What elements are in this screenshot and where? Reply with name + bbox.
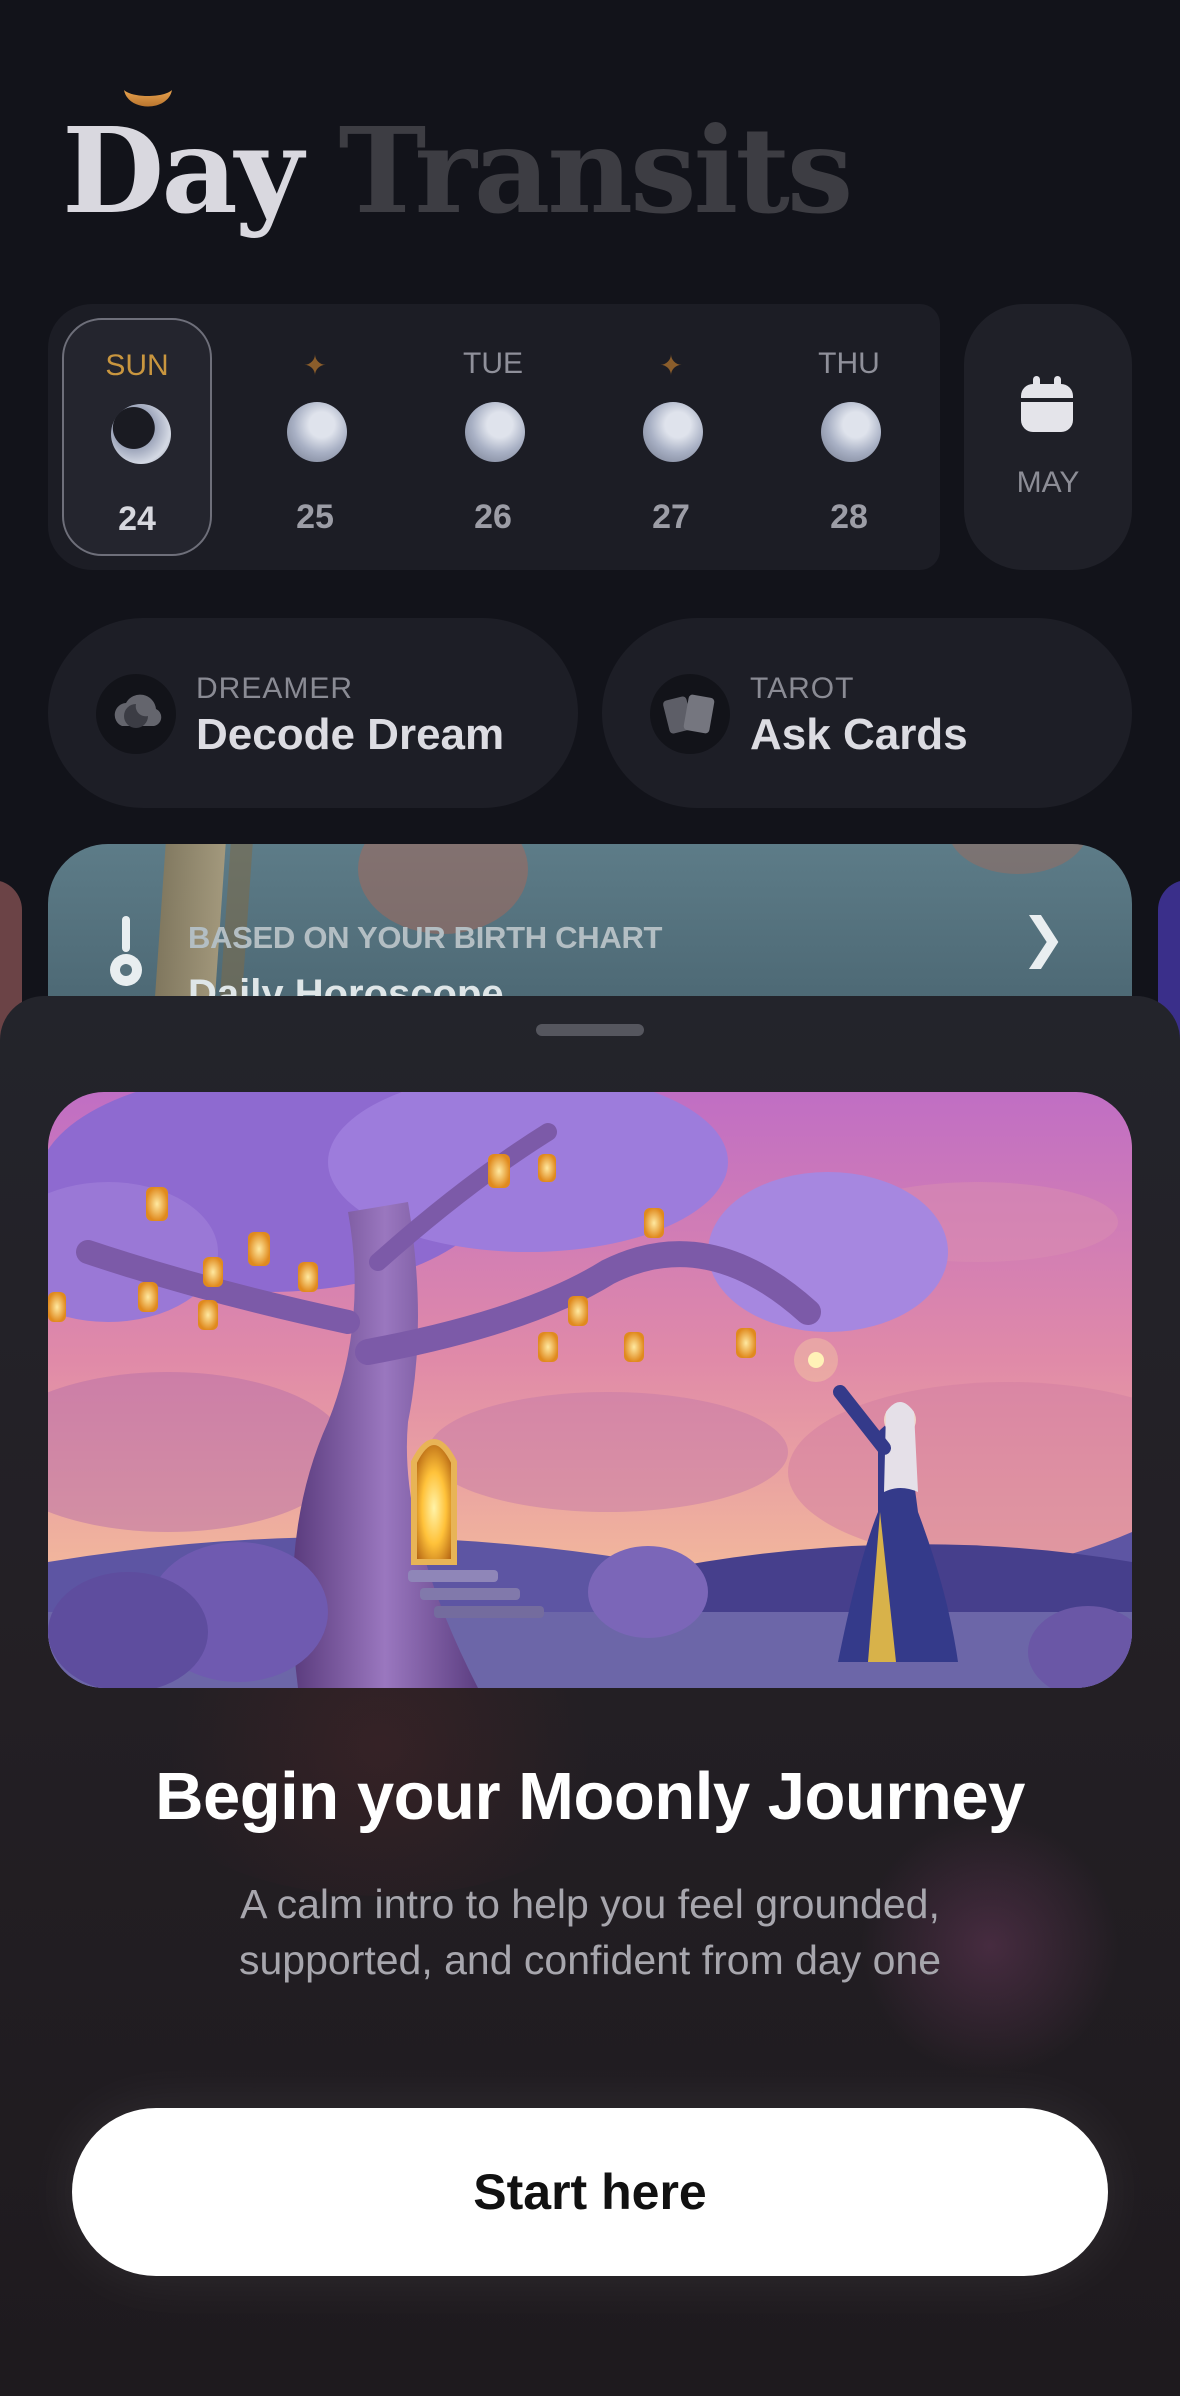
decode-dream-button[interactable]: DREAMER Decode Dream	[48, 618, 578, 808]
sheet-body: A calm intro to help you feel grounded, …	[238, 1881, 942, 1983]
day-number: 26	[474, 498, 512, 536]
day-27[interactable]: ✦ 27	[596, 318, 746, 556]
day-thu-28[interactable]: THU 28	[774, 318, 924, 556]
shortcut-label: DREAMER	[196, 672, 354, 705]
day-number: 24	[118, 500, 156, 538]
hero-illustration	[48, 1092, 1132, 1688]
start-here-button[interactable]: Start here	[72, 2108, 1108, 2276]
star-marker-icon: ✦	[659, 350, 683, 381]
moon-phase-icon	[111, 404, 171, 464]
day-25[interactable]: ✦ 25	[240, 318, 390, 556]
day-number: 25	[296, 498, 334, 536]
day-label: SUN	[105, 349, 169, 382]
moon-phase-icon	[643, 402, 703, 462]
calendar-icon	[1021, 376, 1073, 432]
ask-cards-button[interactable]: TAROT Ask Cards	[602, 618, 1132, 808]
day-number: 27	[652, 498, 690, 536]
title-word-transits: Transits	[338, 101, 853, 240]
week-strip: SUN 24 ✦ 25 TUE 26 ✦ 27 THU 28	[48, 304, 940, 570]
day-label: THU	[818, 347, 880, 380]
moon-phase-icon	[821, 402, 881, 462]
day-number: 28	[830, 498, 868, 536]
page-title: Day Transits	[62, 112, 853, 230]
day-sun-24[interactable]: SUN 24	[62, 318, 212, 556]
moon-phase-icon	[287, 402, 347, 462]
day-tue-26[interactable]: TUE 26	[418, 318, 568, 556]
chevron-right-icon: ❯	[1020, 908, 1066, 968]
month-label: MAY	[1016, 466, 1080, 499]
shortcut-title: Ask Cards	[750, 710, 968, 759]
title-word-day: Day	[62, 101, 303, 240]
card-art-orb	[948, 844, 1088, 874]
cloud-moon-icon	[96, 674, 176, 754]
shortcut-title: Decode Dream	[196, 710, 505, 759]
horoscope-subtitle: BASED ON YOUR BIRTH CHART	[188, 920, 663, 955]
sheet-drag-handle[interactable]	[536, 1024, 644, 1036]
moon-phase-icon	[465, 402, 525, 462]
key-icon	[110, 916, 142, 986]
onboarding-sheet: Begin your Moonly Journey A calm intro t…	[0, 996, 1180, 2396]
tarot-cards-icon	[650, 674, 730, 754]
calendar-button[interactable]: MAY	[964, 304, 1132, 570]
shortcut-label: TAROT	[750, 672, 855, 705]
day-label: TUE	[463, 347, 523, 380]
sheet-heading: Begin your Moonly Journey	[155, 1759, 1025, 1834]
star-marker-icon: ✦	[303, 350, 327, 381]
